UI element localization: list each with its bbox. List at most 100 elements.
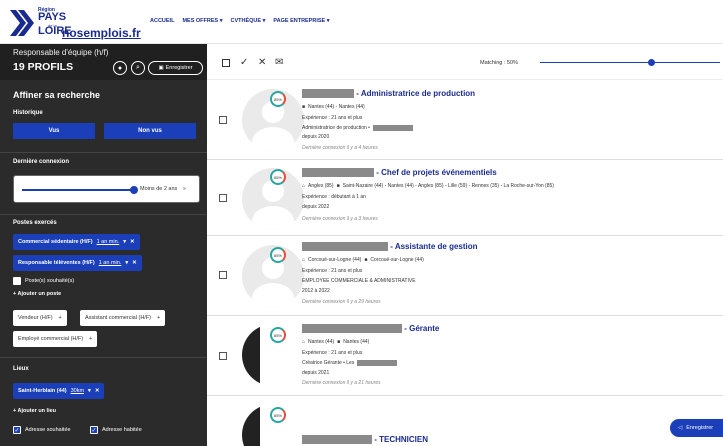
candidate-experience: Expérience : débutant à 1 an <box>302 194 366 200</box>
candidate-location: ■ Nantes (44) - Nantes (44) <box>302 104 365 110</box>
job-title: Responsable d'équipe (h/f) <box>13 48 109 57</box>
plus-icon: + <box>89 336 93 342</box>
plus-icon: + <box>157 315 161 321</box>
matching-slider-handle[interactable] <box>648 59 655 66</box>
slider-handle[interactable] <box>130 186 138 194</box>
nav-accueil[interactable]: ACCUEIL <box>150 18 174 24</box>
suggestion-chip[interactable]: Vendeur (H/F) + <box>13 310 67 326</box>
last-connection-title: Dernière connexion <box>13 159 70 165</box>
candidate-role: Administratrice de production • <box>302 125 413 131</box>
candidate-since: depuis 2020 <box>302 134 330 140</box>
candidate-title[interactable]: - Gérante <box>302 324 439 334</box>
wished-poste-checkbox[interactable]: Poste(s) souhaité(s) <box>13 277 74 285</box>
bookmark-icon: ◁ <box>678 425 683 431</box>
match-score: 85% <box>270 327 286 343</box>
chevron-down-icon[interactable]: ▾ <box>123 239 126 245</box>
site-logo[interactable]: Région PAYS de la LOIRE nosemplois.fr <box>8 6 141 40</box>
redacted-name <box>302 168 374 178</box>
suggestion-chip[interactable]: Assistant commercial (H/F) + <box>80 310 166 326</box>
save-icon: ▣ <box>158 65 164 71</box>
match-score: 85% <box>270 91 286 107</box>
candidate-card[interactable]: 85% - Gérante ⌂ Nantes (44) ■ Nantes (44… <box>207 316 723 396</box>
filter-sidebar: Responsable d'équipe (h/f) 19 PROFILS ● … <box>0 44 207 446</box>
candidate-checkbox[interactable] <box>219 116 227 124</box>
floating-save-button[interactable]: ◁ Enregistrer <box>670 419 723 437</box>
logo-pays: PAYS <box>38 11 67 23</box>
logo-brand: nosemplois.fr <box>62 26 141 40</box>
lieux-title: Lieux <box>13 366 29 372</box>
nav-page-entreprise[interactable]: PAGE ENTREPRISE ▾ <box>273 18 329 24</box>
candidate-location: ⌂ Nantes (44) ■ Nantes (44) <box>302 339 370 345</box>
candidate-experience: Expérience : 21 ans et plus <box>302 268 363 274</box>
close-icon[interactable]: ✕ <box>130 239 135 245</box>
home-icon: ⌂ <box>302 257 306 263</box>
chevron-down-icon[interactable]: ▾ <box>125 260 128 266</box>
briefcase-icon: ■ <box>364 257 368 263</box>
candidate-location: ⌂ Angles (85) ■ Saint-Nazaire (44) - Nan… <box>302 183 554 189</box>
wished-address-checkbox[interactable]: ✓ Adresse souhaitée <box>13 426 71 434</box>
save-search-label: Enregistrer <box>165 65 193 71</box>
logo-chevron-icon <box>10 10 34 36</box>
candidate-experience: Expérience : 21 ans et plus <box>302 115 363 121</box>
poste-chip[interactable]: Commercial sédentaire (H/F) 1 an min. ▾ … <box>13 234 140 250</box>
check-icon[interactable]: ✓ <box>240 57 248 68</box>
candidate-card[interactable]: 85% - Assistante de gestion ⌂ Corcoué-su… <box>207 236 723 316</box>
results-toolbar: ✓ ✕ ✉ Matching : 50% <box>207 44 723 80</box>
chevron-down-icon[interactable]: ▾ <box>88 388 91 394</box>
add-poste-link[interactable]: + Ajouter un poste <box>13 291 61 297</box>
save-search-button[interactable]: ▣ Enregistrer <box>148 61 203 75</box>
match-score: 85% <box>270 247 286 263</box>
last-connection-slider[interactable]: Moins de 2 ans » <box>13 175 200 203</box>
select-all-checkbox[interactable] <box>222 59 230 67</box>
poste-chip-min[interactable]: 1 an min. <box>99 260 122 266</box>
briefcase-icon: ■ <box>302 104 306 110</box>
candidate-title[interactable]: - TECHNICIEN <box>302 435 428 445</box>
check-icon: ✓ <box>90 426 98 434</box>
candidate-last-connection: Dernière connexion il y a 21 heures <box>302 380 381 386</box>
redacted-name <box>302 89 354 99</box>
divider <box>0 214 207 215</box>
mail-icon[interactable]: ✉ <box>275 57 283 68</box>
chat-button[interactable]: ● <box>113 61 127 75</box>
nav-mes-offres[interactable]: MES OFFRES ▾ <box>182 18 222 24</box>
lived-address-checkbox[interactable]: ✓ Adresse habitée <box>90 426 142 434</box>
candidate-checkbox[interactable] <box>219 271 227 279</box>
candidate-title[interactable]: - Administratrice de production <box>302 89 475 99</box>
divider <box>0 152 207 153</box>
poste-chip-min[interactable]: 1 an min. <box>97 239 120 245</box>
candidate-checkbox[interactable] <box>219 194 227 202</box>
search-button[interactable]: ⌕ <box>131 61 145 75</box>
lieu-chip[interactable]: Saint-Herblain (44) 30km ▾ ✕ <box>13 383 105 399</box>
filter-seen-button[interactable]: Vus <box>13 123 95 139</box>
search-summary: Responsable d'équipe (h/f) 19 PROFILS ● … <box>0 44 207 80</box>
refine-title: Affiner sa recherche <box>13 90 101 100</box>
slider-value: Moins de 2 ans » <box>140 186 186 192</box>
candidate-last-connection: Dernière connexion il y a 29 heures <box>302 299 381 305</box>
filter-unseen-button[interactable]: Non vus <box>104 123 196 139</box>
close-icon[interactable]: ✕ <box>132 260 137 266</box>
close-icon[interactable]: ✕ <box>258 57 266 68</box>
close-icon[interactable]: ✕ <box>95 388 100 394</box>
redacted-company <box>357 360 398 366</box>
nav-cvtheque[interactable]: CVTHÈQUE ▾ <box>231 18 266 24</box>
candidate-since: depuis 2022 <box>302 204 330 210</box>
candidate-card[interactable]: 85% - TECHNICIEN <box>207 396 723 446</box>
check-icon: ✓ <box>13 426 21 434</box>
candidate-role: EMPLOYEE COMMERCIALE & ADMINISTRATIVE <box>302 278 416 284</box>
candidate-title[interactable]: - Chef de projets événementiels <box>302 168 497 178</box>
postes-title: Postes exercés <box>13 220 57 226</box>
matching-label: Matching : 50% <box>480 60 518 66</box>
redacted-name <box>302 435 372 445</box>
add-lieu-link[interactable]: + Ajouter un lieu <box>13 408 56 414</box>
poste-chip[interactable]: Responsable téléventes (H/F) 1 an min. ▾… <box>13 255 142 271</box>
suggestion-chip[interactable]: Employé commercial (H/F) + <box>13 331 98 347</box>
candidate-role: Créatrice Gérante • Les <box>302 360 398 366</box>
candidate-checkbox[interactable] <box>219 352 227 360</box>
candidate-card[interactable]: 85% - Administratrice de production ■ Na… <box>207 80 723 160</box>
candidate-title[interactable]: - Assistante de gestion <box>302 242 478 252</box>
lieu-chip-radius[interactable]: 30km <box>71 388 84 394</box>
checkbox-icon <box>13 277 21 285</box>
plus-icon: + <box>58 315 62 321</box>
candidate-card[interactable]: 85% - Chef de projets événementiels ⌂ An… <box>207 160 723 236</box>
matching-slider-track[interactable] <box>540 62 720 63</box>
